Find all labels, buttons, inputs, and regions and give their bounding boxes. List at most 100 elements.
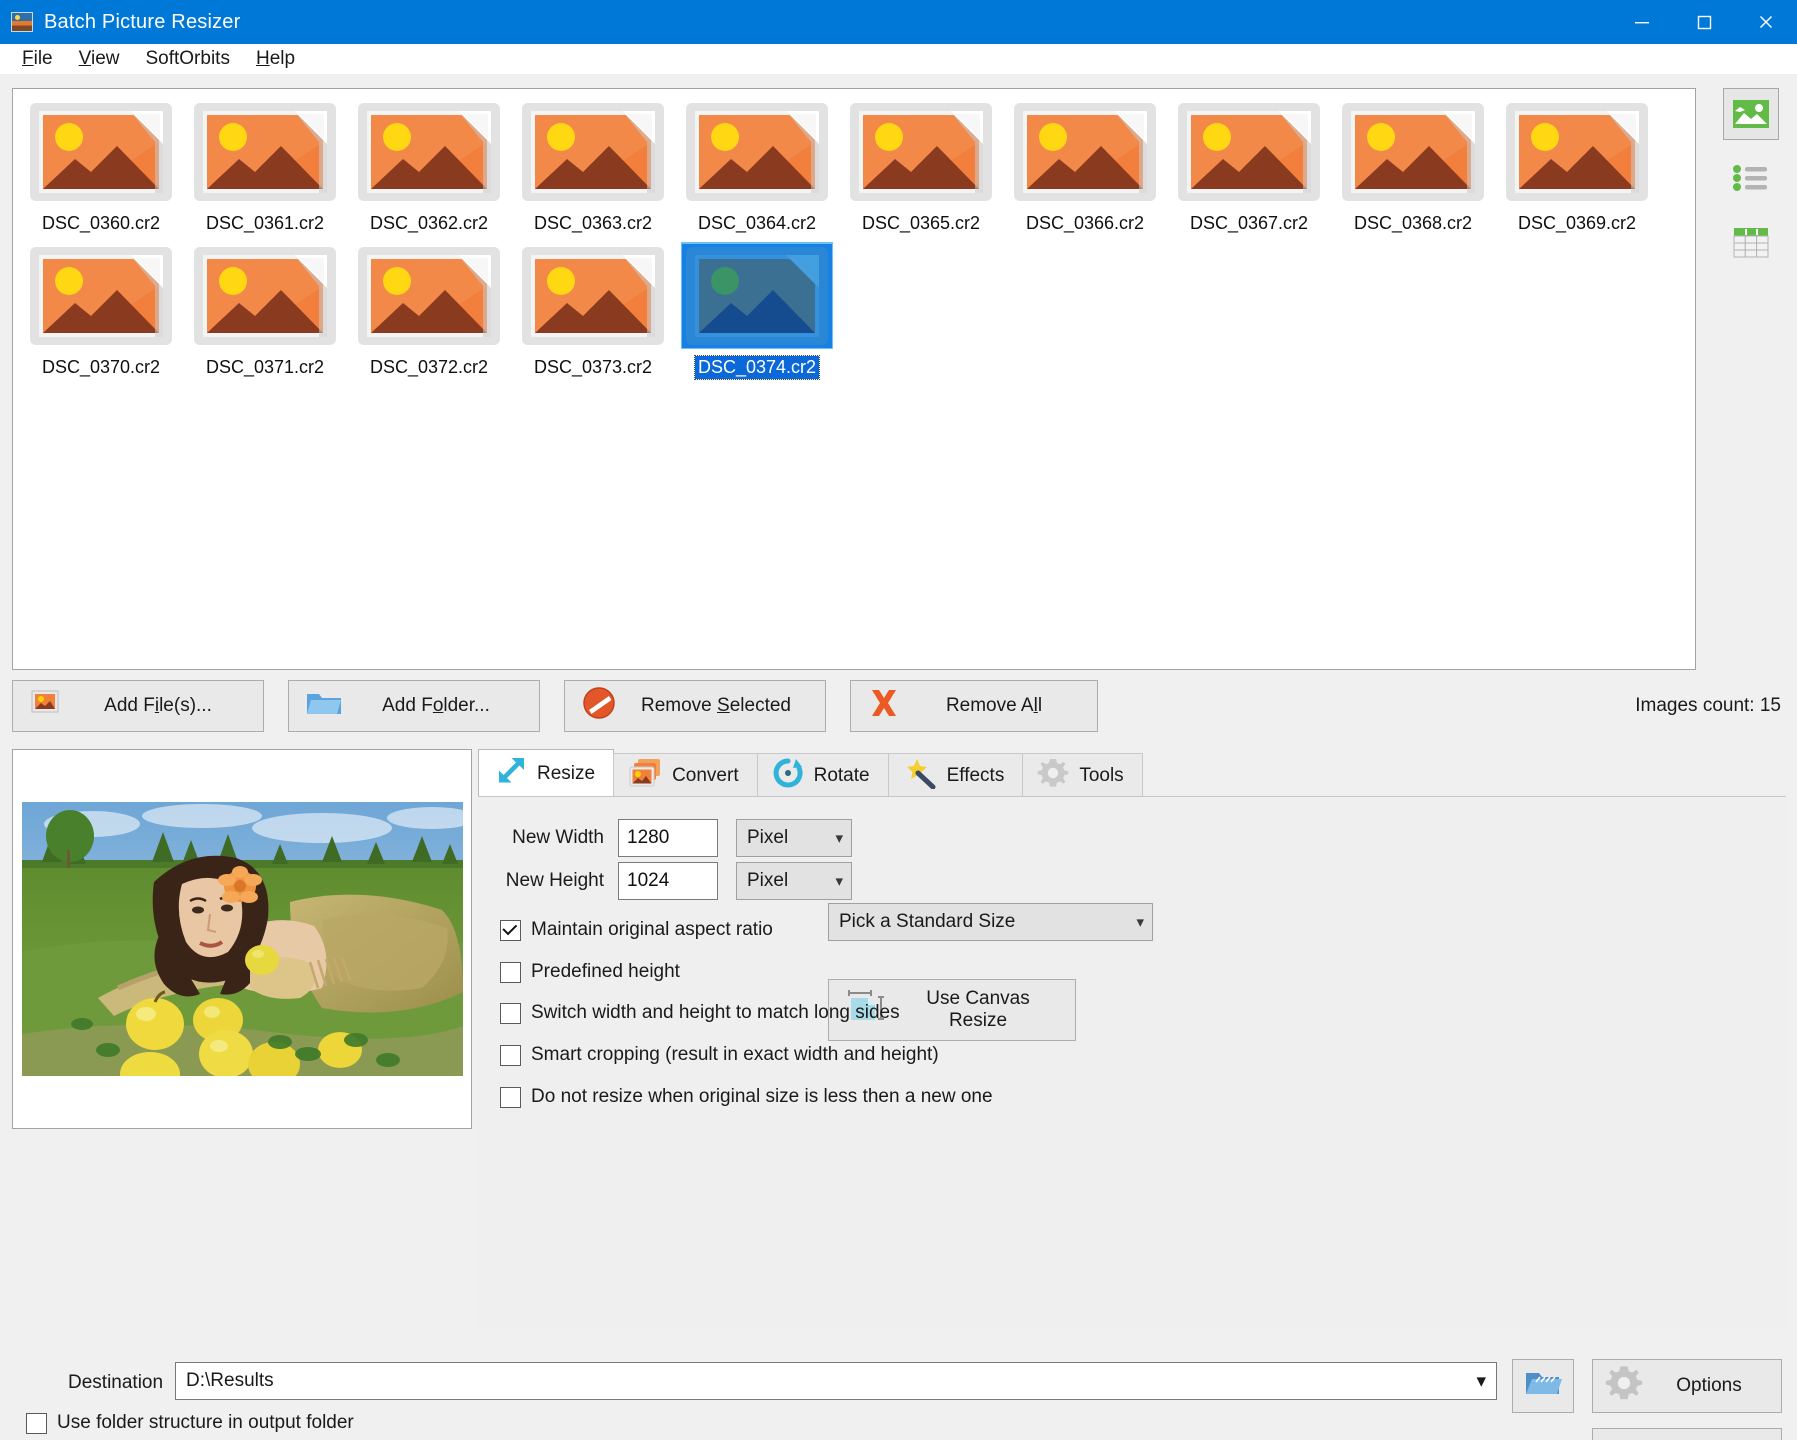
menu-file[interactable]: File xyxy=(9,45,66,73)
thumbnail-item[interactable]: DSC_0370.cr2 xyxy=(19,239,183,383)
picture-icon xyxy=(193,102,337,202)
browse-folder-button[interactable] xyxy=(1512,1359,1574,1413)
red-x-icon xyxy=(867,686,901,726)
images-count-label: Images count: 15 xyxy=(1635,695,1781,716)
new-height-unit-select[interactable]: Pixel ▾ xyxy=(736,862,852,900)
tab-tools[interactable]: Tools xyxy=(1022,753,1143,797)
thumbnail-item[interactable]: DSC_0362.cr2 xyxy=(347,95,511,239)
remove-all-button[interactable]: Remove All xyxy=(850,680,1098,732)
new-width-input[interactable] xyxy=(618,819,718,857)
checkbox-box xyxy=(26,1412,47,1434)
checkbox-predefined-height[interactable]: Predefined height xyxy=(500,961,680,983)
checkbox-box xyxy=(500,919,521,941)
picture-icon xyxy=(681,242,833,349)
file-action-buttons: Add File(s)... Add Folder... Remove Sele… xyxy=(12,680,1098,732)
use-canvas-resize-label: Use Canvas Resize xyxy=(926,988,1030,1031)
thumbnail-image xyxy=(681,242,833,349)
tab-rotate[interactable]: Rotate xyxy=(756,753,889,797)
new-height-unit-label: Pixel xyxy=(747,870,789,891)
tab-convert[interactable]: Convert xyxy=(613,753,758,797)
thumbnail-filename: DSC_0367.cr2 xyxy=(1189,213,1309,233)
checkbox-do-not-resize[interactable]: Do not resize when original size is less… xyxy=(500,1086,993,1108)
add-files-label: Add File(s)... xyxy=(104,695,212,716)
thumbnail-item[interactable]: DSC_0371.cr2 xyxy=(183,239,347,383)
main-area: DSC_0360.cr2 DSC_0361.cr2 DSC_0362.cr2 DSC_… xyxy=(0,74,1797,1440)
tab-resize[interactable]: Resize xyxy=(478,749,615,797)
add-folder-button[interactable]: Add Folder... xyxy=(288,680,540,732)
minimize-icon[interactable] xyxy=(1611,0,1673,44)
list-view-icon[interactable] xyxy=(1723,152,1779,204)
checkbox-box xyxy=(500,1002,521,1024)
thumbnail-filename: DSC_0364.cr2 xyxy=(697,213,817,233)
new-width-unit-select[interactable]: Pixel ▾ xyxy=(736,819,852,857)
thumbnail-item[interactable]: DSC_0372.cr2 xyxy=(347,239,511,383)
tab-effects-label: Effects xyxy=(946,764,1005,786)
new-width-row: New Width Pixel ▾ xyxy=(478,819,852,857)
rotate-icon xyxy=(772,757,804,795)
picture-icon xyxy=(521,246,665,346)
checkbox-label: Maintain original aspect ratio xyxy=(531,919,773,940)
destination-label: Destination xyxy=(68,1372,164,1393)
tab-resize-label: Resize xyxy=(537,762,596,784)
add-files-button[interactable]: Add File(s)... xyxy=(12,680,264,732)
menu-softorbits[interactable]: SoftOrbits xyxy=(132,45,242,73)
remove-selected-button[interactable]: Remove Selected xyxy=(564,680,826,732)
thumbnail-item[interactable]: DSC_0367.cr2 xyxy=(1167,95,1331,239)
thumbnail-image xyxy=(190,100,340,204)
chevron-down-icon: ▾ xyxy=(1136,914,1144,931)
thumbnail-image xyxy=(846,100,996,204)
tab-effects[interactable]: Effects xyxy=(887,753,1024,797)
menu-view[interactable]: View xyxy=(66,45,133,73)
thumbnail-filename: DSC_0365.cr2 xyxy=(861,213,981,233)
thumbnail-item[interactable]: DSC_0363.cr2 xyxy=(511,95,675,239)
thumbnail-item[interactable]: DSC_0368.cr2 xyxy=(1331,95,1495,239)
window-controls xyxy=(1611,0,1797,44)
thumbnail-image xyxy=(190,244,340,348)
thumbnail-item[interactable]: DSC_0366.cr2 xyxy=(1003,95,1167,239)
table-view-icon[interactable] xyxy=(1723,216,1779,268)
picture-icon xyxy=(849,102,993,202)
thumbnail-image xyxy=(1174,100,1324,204)
options-label: Options xyxy=(1676,1375,1742,1396)
thumbnail-filename: DSC_0374.cr2 xyxy=(693,355,821,380)
thumbnail-filename: DSC_0372.cr2 xyxy=(369,357,489,377)
options-button[interactable]: Options xyxy=(1592,1359,1782,1413)
new-width-unit-label: Pixel xyxy=(747,827,789,848)
folder-icon xyxy=(305,688,343,724)
start-button[interactable]: Start xyxy=(1592,1428,1782,1440)
thumbnail-item[interactable]: DSC_0369.cr2 xyxy=(1495,95,1659,239)
resize-arrows-icon xyxy=(493,755,527,793)
picture-icon xyxy=(29,246,173,346)
thumbnail-image xyxy=(518,100,668,204)
thumbnail-item[interactable]: DSC_0373.cr2 xyxy=(511,239,675,383)
checkbox-maintain-aspect[interactable]: Maintain original aspect ratio xyxy=(500,919,773,941)
new-height-input[interactable] xyxy=(618,862,718,900)
menu-help[interactable]: Help xyxy=(243,45,308,73)
checkbox-label: Predefined height xyxy=(531,961,680,982)
checkbox-use-folder-structure[interactable]: Use folder structure in output folder xyxy=(26,1412,354,1434)
thumbnail-grid: DSC_0360.cr2 DSC_0361.cr2 DSC_0362.cr2 DSC_… xyxy=(13,89,1695,383)
maximize-icon[interactable] xyxy=(1673,0,1735,44)
thumbnail-item[interactable]: DSC_0361.cr2 xyxy=(183,95,347,239)
remove-all-label: Remove All xyxy=(945,695,1043,716)
thumbnail-filename: DSC_0366.cr2 xyxy=(1025,213,1145,233)
checkbox-smart-cropping[interactable]: Smart cropping (result in exact width an… xyxy=(500,1044,939,1066)
picture-icon xyxy=(357,102,501,202)
destination-value: D:\Results xyxy=(186,1370,274,1391)
thumbnail-item[interactable]: DSC_0374.cr2 xyxy=(675,239,839,383)
title-bar: Batch Picture Resizer xyxy=(0,0,1797,44)
thumbnail-item[interactable]: DSC_0360.cr2 xyxy=(19,95,183,239)
close-icon[interactable] xyxy=(1735,0,1797,44)
thumbnail-image xyxy=(26,100,176,204)
thumbnail-image xyxy=(1502,100,1652,204)
thumbnail-image xyxy=(682,100,832,204)
file-list-panel[interactable]: DSC_0360.cr2 DSC_0361.cr2 DSC_0362.cr2 DSC_… xyxy=(12,88,1696,670)
checkbox-box xyxy=(500,1086,521,1108)
thumbnail-view-icon[interactable] xyxy=(1723,88,1779,140)
checkbox-switch-wh[interactable]: Switch width and height to match long si… xyxy=(500,1002,900,1024)
thumbnail-item[interactable]: DSC_0364.cr2 xyxy=(675,95,839,239)
chevron-down-icon: ▾ xyxy=(835,830,843,847)
destination-select[interactable]: D:\Results ▾ xyxy=(175,1362,1497,1400)
standard-size-select[interactable]: Pick a Standard Size ▾ xyxy=(828,903,1153,941)
thumbnail-item[interactable]: DSC_0365.cr2 xyxy=(839,95,1003,239)
